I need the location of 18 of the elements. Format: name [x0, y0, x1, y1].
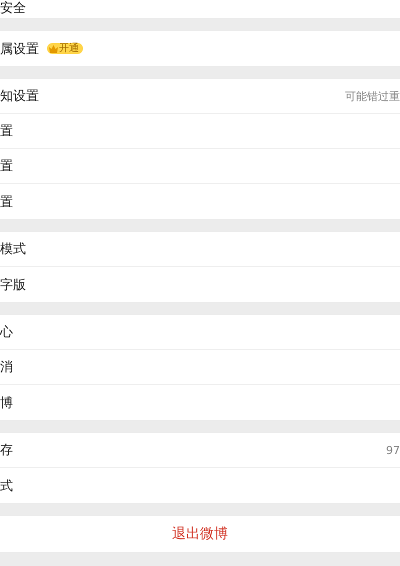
setting-label: 存 [0, 442, 13, 459]
setting-label: 置 [0, 158, 13, 175]
logout-button[interactable]: 退出微博 [0, 516, 400, 552]
setting-label: 知设置 [0, 88, 39, 105]
setting-label: 置 [0, 123, 13, 140]
setting-label: 置 [0, 194, 13, 210]
crown-icon [49, 44, 58, 52]
setting-label: 模式 [0, 241, 26, 258]
setting-label: 博 [0, 394, 13, 412]
setting-label: 消 [0, 359, 13, 376]
setting-label: 字版 [0, 276, 26, 294]
setting-label: 式 [0, 478, 13, 494]
setting-value: 97 [386, 444, 400, 456]
setting-value: 可能错过重 [345, 88, 400, 104]
setting-label: 属设置 [0, 40, 39, 58]
setting-label: 心 [0, 324, 13, 341]
vip-badge: 开通 [47, 43, 83, 54]
setting-label: 安全 [0, 0, 26, 17]
